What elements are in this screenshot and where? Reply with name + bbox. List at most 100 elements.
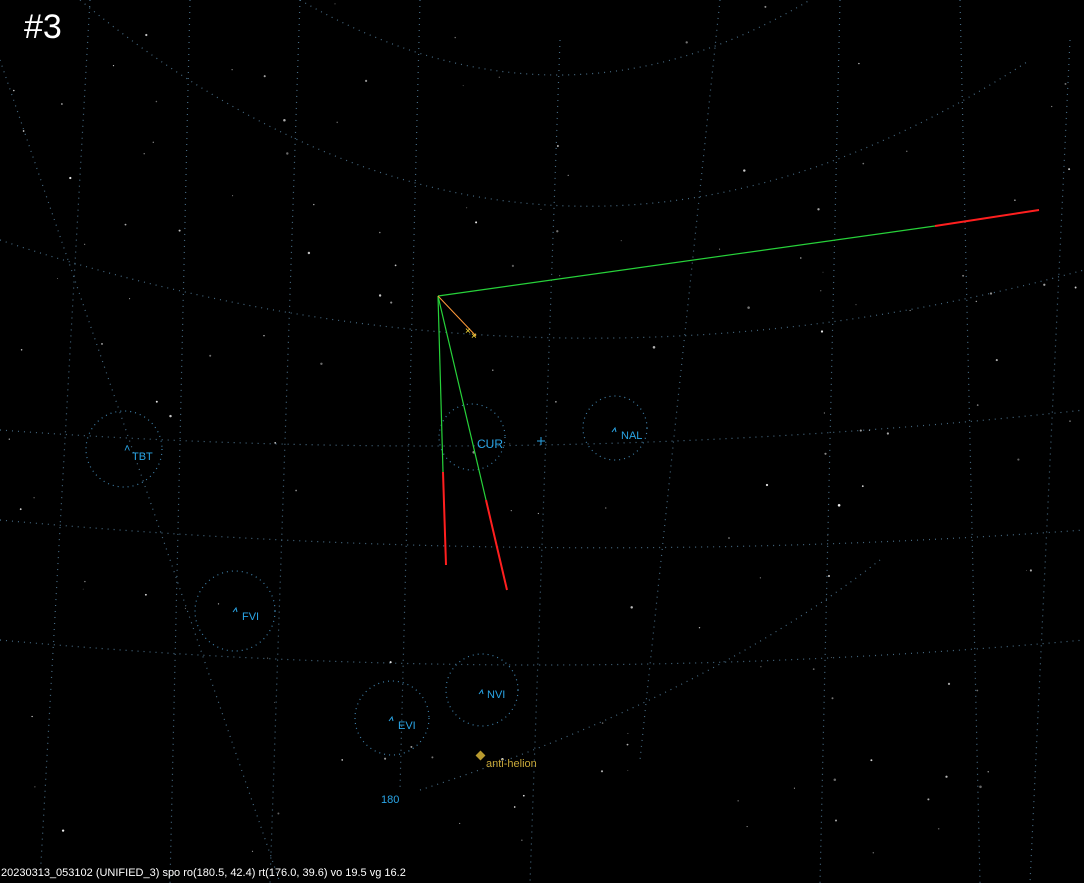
star bbox=[155, 100, 158, 103]
star bbox=[976, 404, 979, 406]
azimuth-line bbox=[959, 0, 981, 883]
panel-number: #3 bbox=[24, 8, 62, 46]
star bbox=[870, 759, 873, 762]
star bbox=[759, 577, 761, 579]
star bbox=[431, 756, 434, 759]
star bbox=[859, 429, 862, 432]
star bbox=[820, 330, 824, 333]
star bbox=[22, 130, 25, 132]
star bbox=[124, 223, 127, 226]
star bbox=[820, 290, 822, 292]
star bbox=[831, 697, 834, 700]
star bbox=[1068, 168, 1071, 171]
star bbox=[837, 504, 841, 507]
star bbox=[251, 850, 254, 852]
star bbox=[57, 277, 58, 279]
star bbox=[379, 231, 381, 234]
star bbox=[152, 141, 154, 143]
altitude-line bbox=[419, 559, 881, 791]
track-south-red bbox=[442, 471, 447, 566]
star bbox=[605, 507, 607, 509]
star bbox=[620, 240, 622, 242]
star bbox=[556, 230, 559, 233]
star bbox=[1074, 286, 1077, 289]
sky-view: ˄ TBT CUR NAL FVI NVI EVI × × anti-helio… bbox=[0, 0, 1084, 883]
star bbox=[909, 310, 911, 312]
star bbox=[277, 812, 280, 815]
star bbox=[630, 606, 633, 609]
star bbox=[906, 150, 908, 152]
azimuth-line bbox=[169, 0, 191, 883]
star bbox=[728, 537, 730, 539]
star bbox=[823, 412, 825, 414]
azimuth-line bbox=[399, 0, 421, 791]
star bbox=[8, 438, 10, 440]
star bbox=[764, 5, 767, 8]
star bbox=[143, 153, 145, 155]
star bbox=[307, 251, 311, 255]
star bbox=[976, 689, 979, 692]
star bbox=[232, 195, 234, 197]
star bbox=[1069, 420, 1071, 422]
radiant-marker-icon: × bbox=[471, 331, 477, 342]
star bbox=[509, 443, 511, 445]
star bbox=[263, 75, 266, 78]
star bbox=[390, 301, 393, 304]
star bbox=[979, 785, 982, 789]
star bbox=[746, 826, 748, 828]
camera-label-nvi: NVI bbox=[487, 689, 505, 701]
camera-tick-icon bbox=[232, 606, 238, 613]
star bbox=[320, 362, 323, 366]
star bbox=[217, 603, 220, 605]
svg-text:˄: ˄ bbox=[124, 443, 130, 455]
star bbox=[830, 657, 832, 658]
star bbox=[84, 580, 86, 583]
star bbox=[34, 786, 36, 788]
star bbox=[492, 369, 494, 371]
star bbox=[626, 743, 629, 746]
altitude-line bbox=[0, 639, 1084, 666]
star bbox=[945, 775, 948, 778]
star bbox=[989, 292, 993, 295]
star bbox=[975, 300, 978, 303]
star bbox=[1017, 458, 1020, 461]
star bbox=[1014, 199, 1016, 202]
star bbox=[685, 41, 688, 44]
star bbox=[283, 118, 286, 122]
star bbox=[365, 79, 368, 82]
camera-marker-tbt: ˄ bbox=[124, 443, 130, 455]
sky-chart: ˄ TBT CUR NAL FVI NVI EVI × × anti-helio… bbox=[0, 0, 1084, 883]
star bbox=[835, 819, 837, 822]
star bbox=[263, 335, 265, 337]
star bbox=[760, 666, 762, 668]
star bbox=[498, 76, 500, 78]
star bbox=[84, 243, 86, 245]
star bbox=[394, 264, 397, 267]
background-stars bbox=[8, 3, 1077, 854]
star bbox=[1029, 569, 1032, 572]
camera-label-fvi: FVI bbox=[242, 611, 259, 623]
star bbox=[537, 512, 540, 515]
star bbox=[475, 221, 478, 224]
azimuth-label: 180 bbox=[381, 794, 399, 806]
star bbox=[1051, 105, 1053, 108]
star bbox=[652, 346, 656, 349]
star bbox=[274, 701, 275, 703]
star bbox=[144, 593, 147, 596]
star bbox=[567, 174, 569, 176]
camera-field-fvi bbox=[194, 570, 276, 652]
star bbox=[937, 828, 940, 830]
star bbox=[962, 274, 965, 277]
altitude-line bbox=[0, 239, 1084, 339]
star bbox=[112, 64, 115, 67]
anti-helion-marker-icon bbox=[475, 750, 486, 761]
track-east-red bbox=[934, 209, 1040, 227]
altitude-line bbox=[79, 0, 1031, 207]
star bbox=[886, 432, 890, 435]
star bbox=[559, 275, 561, 277]
star bbox=[101, 343, 103, 345]
star bbox=[13, 89, 15, 92]
star bbox=[872, 852, 875, 854]
azimuth-line bbox=[1029, 39, 1071, 883]
star bbox=[995, 359, 998, 362]
